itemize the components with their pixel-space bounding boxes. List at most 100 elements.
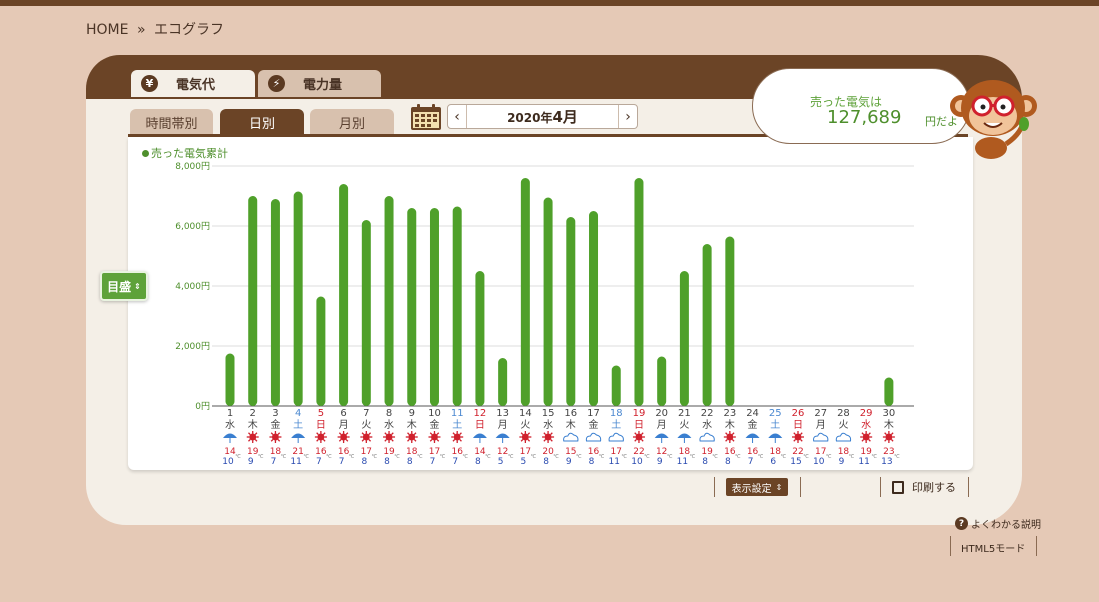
x-tick-weekday: 土 (611, 418, 621, 431)
cloud-icon (835, 432, 852, 442)
sun-icon-ray (725, 439, 728, 442)
sun-icon-ray (793, 432, 796, 435)
x-tick-day: 28 (837, 408, 850, 419)
sun-icon (544, 433, 552, 441)
sun-icon-ray (345, 439, 349, 442)
low-temp-label: 10 (222, 457, 234, 467)
sun-icon-ray (361, 432, 365, 435)
low-temp-label: 9 (248, 457, 254, 467)
bar (634, 178, 644, 406)
sun-icon (385, 433, 393, 441)
temp-unit-label: ℃ (394, 454, 400, 460)
temp-unit-label: ℃ (780, 454, 786, 460)
question-icon: ? (955, 517, 968, 530)
bar (270, 199, 280, 406)
help-link[interactable]: ? よくわかる説明 (955, 516, 1041, 531)
sun-icon-ray (254, 432, 258, 435)
umbrella-icon (677, 433, 692, 438)
updown-icon: ⇕ (134, 281, 141, 291)
sun-icon (340, 433, 348, 441)
sun-icon-ray (459, 439, 462, 442)
x-tick-weekday: 日 (634, 420, 644, 431)
sun-icon-ray (368, 439, 372, 442)
bar (679, 271, 689, 406)
cloud-icon (563, 432, 579, 442)
low-temp-label: 7 (430, 457, 436, 467)
bar (657, 356, 667, 406)
sun-icon (635, 433, 643, 441)
sun-icon (862, 433, 870, 441)
bar (293, 191, 303, 406)
temp-unit-label: ℃ (349, 454, 355, 460)
html5-mode-link[interactable]: HTML5モード (961, 540, 1025, 555)
cloud-icon (699, 432, 715, 442)
sun-icon (249, 433, 257, 441)
display-settings-button[interactable]: 表示設定 ⇕ (726, 478, 788, 496)
bar (884, 377, 894, 406)
low-temp-label: 7 (339, 457, 345, 467)
sun-icon-ray (634, 439, 637, 442)
sun-icon-ray (640, 439, 644, 442)
sun-icon-ray (731, 439, 735, 442)
sun-icon-ray (384, 432, 388, 435)
x-tick-day: 10 (428, 408, 441, 419)
bar (225, 353, 235, 406)
sun-icon-ray (527, 439, 531, 442)
low-temp-label: 8 (725, 457, 731, 467)
sun-icon-ray (452, 432, 456, 435)
sun-icon-ray (520, 439, 524, 442)
sun-icon-ray (543, 432, 547, 435)
temp-unit-label: ℃ (485, 454, 491, 460)
goal-scale-button[interactable]: 目盛 ⇕ (100, 271, 148, 301)
temp-unit-label: ℃ (440, 454, 446, 460)
sun-icon-ray (361, 439, 365, 442)
toolbar-divider (968, 477, 969, 497)
sun-icon-ray (254, 439, 258, 442)
bar (475, 271, 485, 406)
high-temp-label: 12 (656, 447, 667, 457)
x-tick-weekday: 金 (589, 418, 599, 431)
sun-icon-ray (384, 439, 388, 442)
sun-icon (521, 433, 529, 441)
sun-icon (726, 433, 734, 441)
x-tick-weekday: 火 (679, 419, 689, 431)
sun-icon-ray (436, 439, 440, 442)
sun-icon-ray (543, 439, 547, 442)
umbrella-icon (654, 433, 669, 438)
temp-unit-label: ℃ (372, 454, 378, 460)
y-tick-label: 4,000円 (175, 281, 210, 292)
high-temp-label: 21 (292, 447, 303, 457)
sun-icon-ray (368, 432, 372, 435)
sun-icon-ray (248, 432, 251, 435)
print-button[interactable]: 印刷する (892, 479, 956, 495)
display-settings-label: 表示設定 (731, 483, 772, 495)
x-tick-weekday: 火 (520, 419, 530, 431)
high-temp-label: 12 (497, 447, 508, 457)
print-label: 印刷する (912, 481, 956, 494)
x-tick-day: 13 (496, 408, 509, 419)
x-tick-weekday: 火 (361, 419, 371, 431)
sun-icon-ray (868, 439, 871, 442)
cloud-icon (608, 432, 624, 442)
sold-summary-bubble: 売った電気は 127,689 円だよ (752, 68, 970, 144)
updown-icon: ⇕ (775, 482, 783, 492)
y-tick-label: 0円 (195, 401, 210, 412)
sun-icon-ray (407, 439, 410, 442)
temp-unit-label: ℃ (690, 454, 696, 460)
sun-icon (885, 433, 893, 441)
temp-unit-label: ℃ (667, 454, 673, 460)
sun-icon-ray (316, 439, 319, 442)
low-temp-label: 9 (566, 457, 572, 467)
x-tick-weekday: 木 (725, 419, 735, 431)
x-tick-weekday: 土 (452, 418, 462, 431)
low-temp-label: 8 (407, 457, 413, 467)
toolbar-divider (800, 477, 801, 497)
footer-divider (1036, 536, 1037, 556)
x-tick-weekday: 水 (225, 419, 235, 431)
temp-unit-label: ℃ (871, 454, 877, 460)
low-temp-label: 10 (631, 457, 643, 467)
high-temp-label: 17 (429, 447, 440, 457)
bar (589, 211, 599, 406)
sun-icon-ray (322, 432, 326, 435)
toolbar-divider (880, 477, 881, 497)
